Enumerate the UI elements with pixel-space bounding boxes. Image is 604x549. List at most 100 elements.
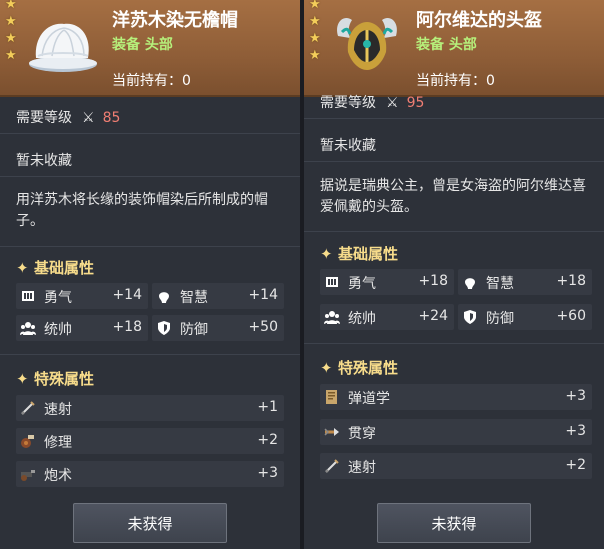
level-requirement: 需要等级 ⚔ 85: [16, 107, 120, 127]
stat-name: 炮术: [44, 468, 72, 484]
stat-defense: 防御 +50: [152, 315, 284, 341]
special-stats-heading: ✦ 特殊属性: [16, 370, 95, 388]
stat-value: +60: [556, 308, 586, 324]
holding-count: 当前持有：0: [416, 73, 495, 89]
rapid-fire-icon: [325, 459, 339, 473]
star-icon: ★: [5, 31, 17, 46]
divider: [304, 161, 604, 162]
divider: [0, 354, 300, 355]
stat-name: 勇气: [44, 290, 72, 306]
req-label: 需要等级: [16, 110, 72, 126]
wisdom-icon: [159, 292, 169, 303]
defense-icon: [158, 321, 170, 335]
stat-name: 统帅: [348, 311, 376, 327]
basic-stats-heading: ✦ 基础属性: [320, 245, 399, 263]
holding-count: 当前持有：0: [112, 73, 191, 89]
stat-value: +3: [257, 465, 278, 481]
item-description: 用洋苏木将长缘的装饰帽染后所制成的帽子。: [16, 192, 268, 229]
not-obtained-button[interactable]: 未获得: [73, 503, 227, 543]
special-stats-heading: ✦ 特殊属性: [320, 359, 399, 377]
req-level: 95: [406, 95, 425, 111]
courage-icon: [326, 277, 338, 287]
wisdom-icon: [465, 278, 475, 289]
basic-stats-heading: ✦ 基础属性: [16, 259, 95, 277]
star-icon: ★: [5, 0, 17, 12]
stat-name: 贯穿: [348, 426, 376, 442]
sparkle-icon: ✦: [16, 370, 29, 388]
rarity-stars: ★ ★ ★ ★: [5, 0, 19, 64]
collect-status: 暂未收藏: [320, 138, 376, 154]
gunnery-icon: [21, 470, 35, 481]
helmet-item-icon: [337, 17, 397, 70]
divider: [304, 118, 604, 119]
stat-gunnery: 炮术 +3: [16, 461, 284, 487]
stat-value: +14: [112, 287, 142, 303]
stat-value: +2: [565, 457, 586, 473]
rarity-stars: ★ ★ ★ ★: [309, 0, 323, 64]
stat-name: 防御: [486, 311, 514, 327]
star-icon: ★: [309, 14, 321, 29]
stat-name: 智慧: [180, 290, 208, 306]
stat-pierce: 贯穿 +3: [320, 419, 592, 445]
stat-rapid-fire: 速射 +1: [16, 395, 284, 421]
rapid-fire-icon: [21, 401, 35, 415]
item-card-right: ★ ★ ★ ★ 阿尔维达的头盔 装备 头部 当前持有：0 需要等级 ⚔ 95 暂未收…: [304, 0, 604, 549]
defense-icon: [464, 310, 476, 324]
stat-wisdom: 智慧 +18: [458, 269, 592, 295]
stat-repair: 修理 +2: [16, 428, 284, 454]
sparkle-icon: ✦: [320, 245, 333, 263]
item-type: 装备 头部: [112, 37, 173, 53]
stat-value: +3: [565, 423, 586, 439]
stat-ballistics: 弹道学 +3: [320, 384, 592, 410]
stat-value: +14: [248, 287, 278, 303]
stat-value: +18: [112, 319, 142, 335]
stat-name: 统帅: [44, 322, 72, 338]
pierce-icon: [324, 428, 339, 436]
req-label: 需要等级: [320, 95, 376, 111]
req-level: 85: [102, 110, 121, 126]
item-description: 据说是瑞典公主，曾是女海盗的阿尔维达喜爱佩戴的头盔。: [320, 178, 586, 215]
sparkle-icon: ✦: [16, 259, 29, 277]
collect-status: 暂未收藏: [16, 153, 72, 169]
stat-command: 统帅 +24: [320, 304, 454, 330]
divider: [0, 133, 300, 134]
not-obtained-button[interactable]: 未获得: [377, 503, 531, 543]
stat-value: +50: [248, 319, 278, 335]
command-icon: [20, 322, 36, 335]
level-requirement: 需要等级 ⚔ 95: [320, 92, 424, 112]
command-icon: [324, 311, 340, 324]
star-icon: ★: [5, 14, 17, 29]
stat-value: +2: [257, 432, 278, 448]
divider: [304, 343, 604, 344]
stat-value: +3: [565, 388, 586, 404]
stat-value: +18: [418, 273, 448, 289]
divider: [0, 176, 300, 177]
item-type: 装备 头部: [416, 37, 477, 53]
crossed-swords-icon: ⚔: [82, 110, 95, 126]
item-title: 阿尔维达的头盔: [416, 10, 542, 31]
stat-name: 防御: [180, 322, 208, 338]
stat-name: 勇气: [348, 276, 376, 292]
stat-rapid-fire: 速射 +2: [320, 453, 592, 479]
stat-value: +18: [556, 273, 586, 289]
stat-value: +24: [418, 308, 448, 324]
star-icon: ★: [5, 48, 17, 63]
star-icon: ★: [309, 31, 321, 46]
repair-icon: [21, 435, 34, 448]
stat-courage: 勇气 +18: [320, 269, 454, 295]
divider: [0, 246, 300, 247]
sparkle-icon: ✦: [320, 359, 333, 377]
item-card-left: ★ ★ ★ ★ 洋苏木染无檐帽 装备 头部 当前持有：0 需要等级 ⚔ 85 暂未收…: [0, 0, 300, 549]
stat-value: +1: [257, 399, 278, 415]
divider: [304, 231, 604, 232]
courage-icon: [22, 291, 34, 301]
stat-name: 智慧: [486, 276, 514, 292]
crossed-swords-icon: ⚔: [386, 95, 399, 111]
stat-defense: 防御 +60: [458, 304, 592, 330]
stat-name: 速射: [348, 460, 376, 476]
stat-wisdom: 智慧 +14: [152, 283, 284, 309]
item-header: ★ ★ ★ ★ 阿尔维达的头盔 装备 头部 当前持有：0: [304, 0, 604, 97]
stat-name: 速射: [44, 402, 72, 418]
stat-courage: 勇气 +14: [16, 283, 148, 309]
ballistics-icon: [326, 390, 337, 404]
